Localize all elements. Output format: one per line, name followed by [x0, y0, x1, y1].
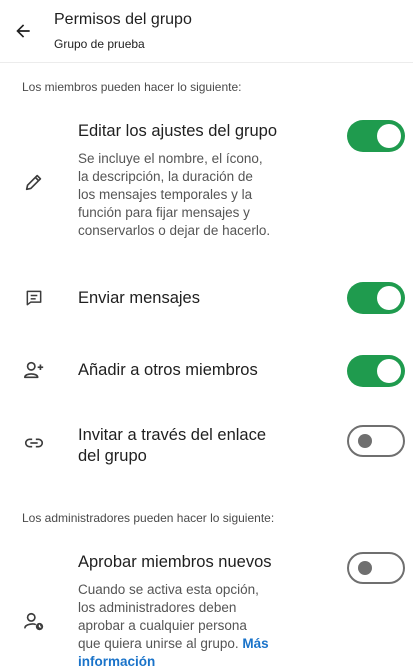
page-title: Permisos del grupo [54, 11, 192, 28]
page-subtitle: Grupo de prueba [54, 37, 145, 51]
toggle-knob [377, 359, 401, 383]
permission-title: Añadir a otros miembros [78, 361, 258, 379]
toggle-knob [358, 561, 372, 575]
permission-description: Cuando se activa esta opción, los admini… [78, 582, 269, 669]
send-messages-toggle[interactable] [347, 282, 405, 314]
toggle-knob [377, 286, 401, 310]
members-section-label: Los miembros pueden hacer lo siguiente: [22, 80, 242, 94]
permission-description: Se incluye el nombre, el ícono, la descr… [78, 151, 271, 238]
invite-link-toggle[interactable] [347, 425, 405, 457]
more-info-link-cont[interactable]: información [78, 654, 155, 669]
toggle-knob [377, 124, 401, 148]
arrow-left-icon [16, 24, 30, 38]
add-person-icon [22, 358, 46, 382]
more-info-link[interactable]: Más [242, 636, 268, 651]
back-button[interactable] [10, 18, 36, 44]
approve-members-toggle[interactable] [347, 552, 405, 584]
message-icon [22, 286, 46, 310]
pending-person-icon [22, 610, 46, 634]
permission-title: Enviar mensajes [78, 289, 200, 307]
top-app-bar: Permisos del grupo Grupo de prueba [0, 0, 413, 62]
edit-settings-toggle[interactable] [347, 120, 405, 152]
link-icon [22, 431, 46, 455]
permission-title: Aprobar miembros nuevos [78, 553, 272, 571]
permission-title: Invitar a través del enlace del grupo [78, 426, 267, 465]
group-permissions-screen: Permisos del grupo Grupo de prueba Los m… [0, 0, 413, 671]
permission-title: Editar los ajustes del grupo [78, 122, 278, 140]
admins-section-label: Los administradores pueden hacer lo sigu… [22, 511, 275, 525]
add-members-toggle[interactable] [347, 355, 405, 387]
header-divider [0, 62, 413, 63]
toggle-knob [358, 434, 372, 448]
pencil-icon [22, 170, 46, 194]
